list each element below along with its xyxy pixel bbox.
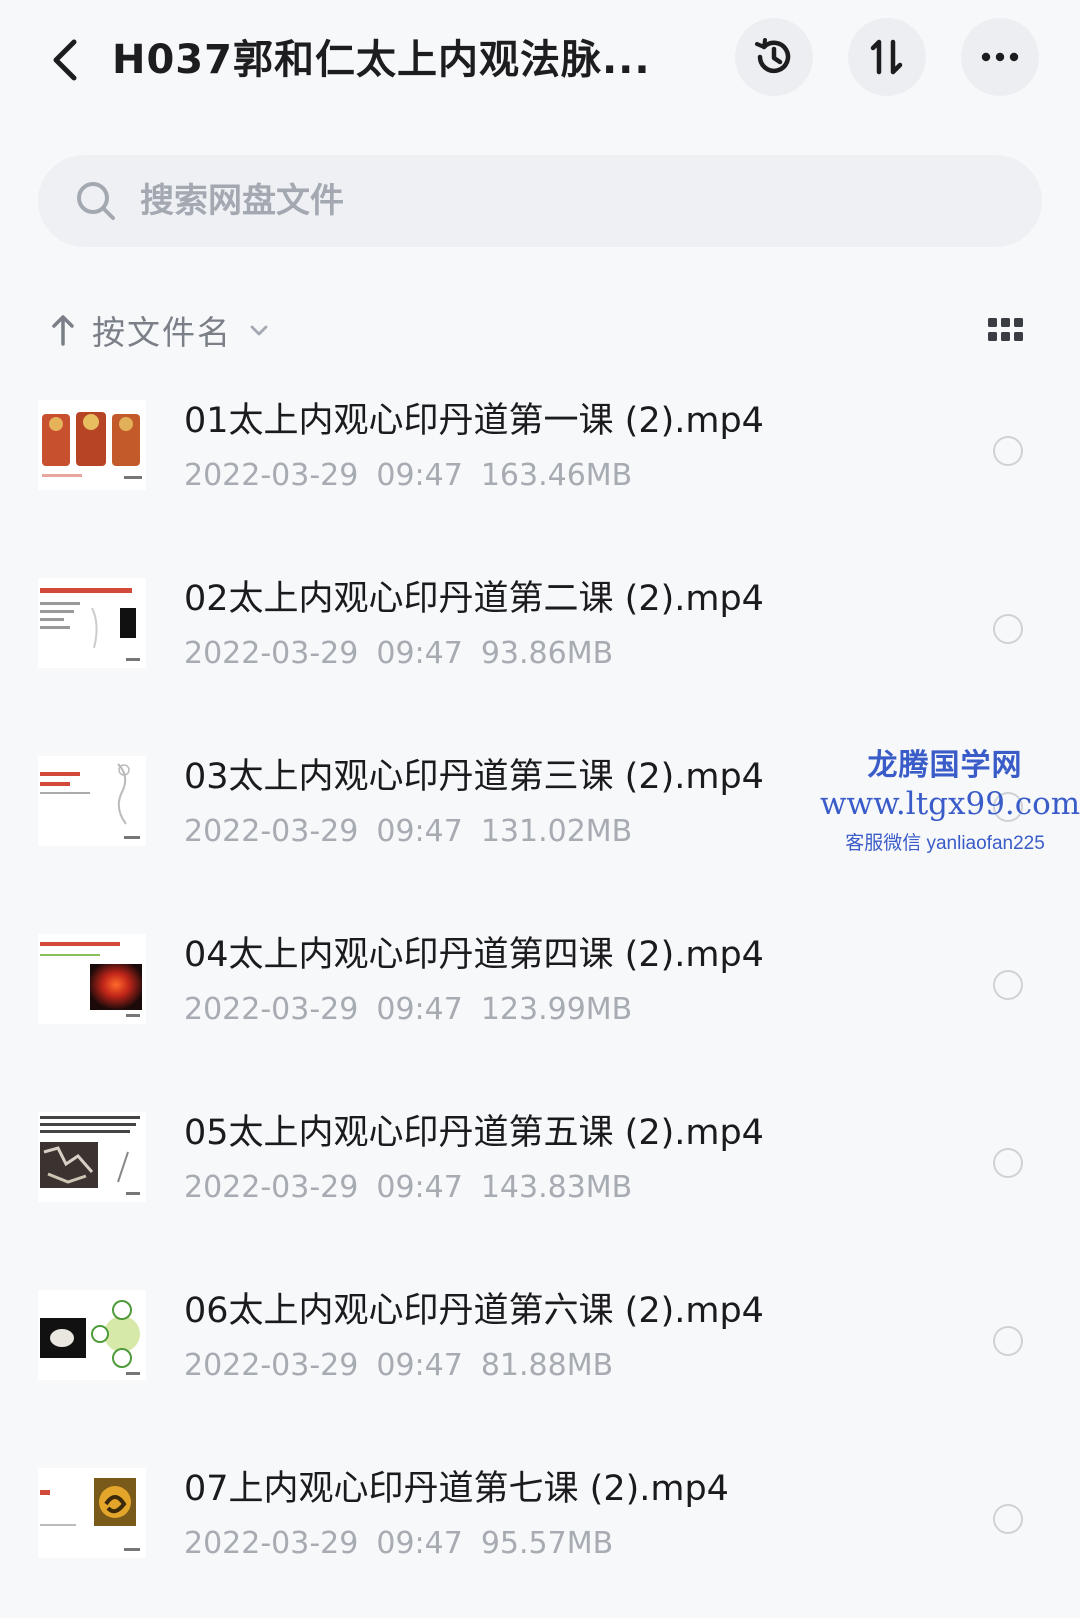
search-icon <box>77 182 115 220</box>
select-radio[interactable] <box>993 614 1023 644</box>
video-thumbnail <box>38 400 146 490</box>
history-clock-icon <box>755 38 791 74</box>
chevron-down-icon <box>250 325 268 336</box>
sort-arrows-icon <box>870 39 903 75</box>
file-size: 95.57MB <box>480 1526 614 1561</box>
grid-view-icon[interactable] <box>986 312 1026 348</box>
file-size: 143.83MB <box>480 1170 633 1205</box>
video-thumbnail <box>38 578 146 668</box>
file-time: 09:47 <box>376 1348 463 1383</box>
file-time: 09:47 <box>376 458 463 493</box>
file-row[interactable]: 06太上内观心印丹道第六课 (2).mp4 2022-03-29 09:47 81.… <box>0 1260 1080 1438</box>
file-size: 81.88MB <box>480 1348 614 1383</box>
more-button[interactable] <box>961 18 1039 96</box>
file-date: 2022-03-29 <box>184 992 359 1027</box>
file-row[interactable]: 01太上内观心印丹道第一课 (2).mp4 2022-03-29 09:47 163… <box>0 370 1080 548</box>
search-input[interactable] <box>140 181 940 221</box>
file-time: 09:47 <box>376 1170 463 1205</box>
file-meta: 2022-03-29 09:47 123.99MB <box>184 988 650 1032</box>
file-size: 131.02MB <box>480 814 633 849</box>
file-name: 06太上内观心印丹道第六课 (2).mp4 <box>184 1291 764 1331</box>
file-row[interactable]: 03太上内观心印丹道第三课 (2).mp4 2022-03-29 09:47 131… <box>0 726 1080 904</box>
file-meta: 2022-03-29 09:47 93.86MB <box>184 632 631 676</box>
file-row[interactable]: 02太上内观心印丹道第二课 (2).mp4 2022-03-29 09:47 93.… <box>0 548 1080 726</box>
chevron-left-icon <box>53 39 77 81</box>
file-time: 09:47 <box>376 814 463 849</box>
file-time: 09:47 <box>376 636 463 671</box>
file-date: 2022-03-29 <box>184 636 359 671</box>
file-name: 03太上内观心印丹道第三课 (2).mp4 <box>184 757 764 797</box>
file-name: 04太上内观心印丹道第四课 (2).mp4 <box>184 935 764 975</box>
file-time: 09:47 <box>376 1526 463 1561</box>
file-meta: 2022-03-29 09:47 163.46MB <box>184 454 650 498</box>
file-row[interactable]: 04太上内观心印丹道第四课 (2).mp4 2022-03-29 09:47 123… <box>0 904 1080 1082</box>
select-radio[interactable] <box>993 1504 1023 1534</box>
file-size: 163.46MB <box>480 458 633 493</box>
file-name: 07上内观心印丹道第七课 (2).mp4 <box>184 1469 729 1509</box>
back-button[interactable] <box>40 30 90 90</box>
file-name: 01太上内观心印丹道第一课 (2).mp4 <box>184 401 764 441</box>
file-date: 2022-03-29 <box>184 458 359 493</box>
more-dots-icon <box>981 52 1019 62</box>
file-date: 2022-03-29 <box>184 814 359 849</box>
file-row[interactable]: 05太上内观心印丹道第五课 (2).mp4 2022-03-29 09:47 143… <box>0 1082 1080 1260</box>
select-radio[interactable] <box>993 436 1023 466</box>
video-thumbnail <box>38 934 146 1024</box>
select-radio[interactable] <box>993 1148 1023 1178</box>
video-thumbnail <box>38 1468 146 1558</box>
sort-button[interactable] <box>848 18 926 96</box>
sort-bar: 按文件名 <box>48 300 1038 360</box>
sort-label: 按文件名 <box>92 313 232 352</box>
file-date: 2022-03-29 <box>184 1170 359 1205</box>
video-thumbnail <box>38 1112 146 1202</box>
file-meta: 2022-03-29 09:47 143.83MB <box>184 1166 650 1210</box>
history-button[interactable] <box>735 18 813 96</box>
page-title: H037郭和仁太上内观法脉... <box>112 37 651 83</box>
file-size: 93.86MB <box>480 636 614 671</box>
arrow-up-icon <box>52 315 74 346</box>
select-radio[interactable] <box>993 792 1023 822</box>
file-meta: 2022-03-29 09:47 81.88MB <box>184 1344 631 1388</box>
file-meta: 2022-03-29 09:47 95.57MB <box>184 1522 631 1566</box>
video-thumbnail <box>38 1290 146 1380</box>
file-list: 01太上内观心印丹道第一课 (2).mp4 2022-03-29 09:47 163… <box>0 370 1080 1616</box>
file-name: 02太上内观心印丹道第二课 (2).mp4 <box>184 579 764 619</box>
file-name: 05太上内观心印丹道第五课 (2).mp4 <box>184 1113 764 1153</box>
search-bar[interactable] <box>38 155 1042 247</box>
file-size: 123.99MB <box>480 992 633 1027</box>
file-row[interactable]: 07上内观心印丹道第七课 (2).mp4 2022-03-29 09:47 95.5… <box>0 1438 1080 1616</box>
file-meta: 2022-03-29 09:47 131.02MB <box>184 810 650 854</box>
sort-by-name-toggle[interactable]: 按文件名 <box>48 300 272 360</box>
select-radio[interactable] <box>993 1326 1023 1356</box>
file-date: 2022-03-29 <box>184 1348 359 1383</box>
video-thumbnail <box>38 756 146 846</box>
file-time: 09:47 <box>376 992 463 1027</box>
header-bar: H037郭和仁太上内观法脉... <box>0 0 1080 120</box>
select-radio[interactable] <box>993 970 1023 1000</box>
file-date: 2022-03-29 <box>184 1526 359 1561</box>
